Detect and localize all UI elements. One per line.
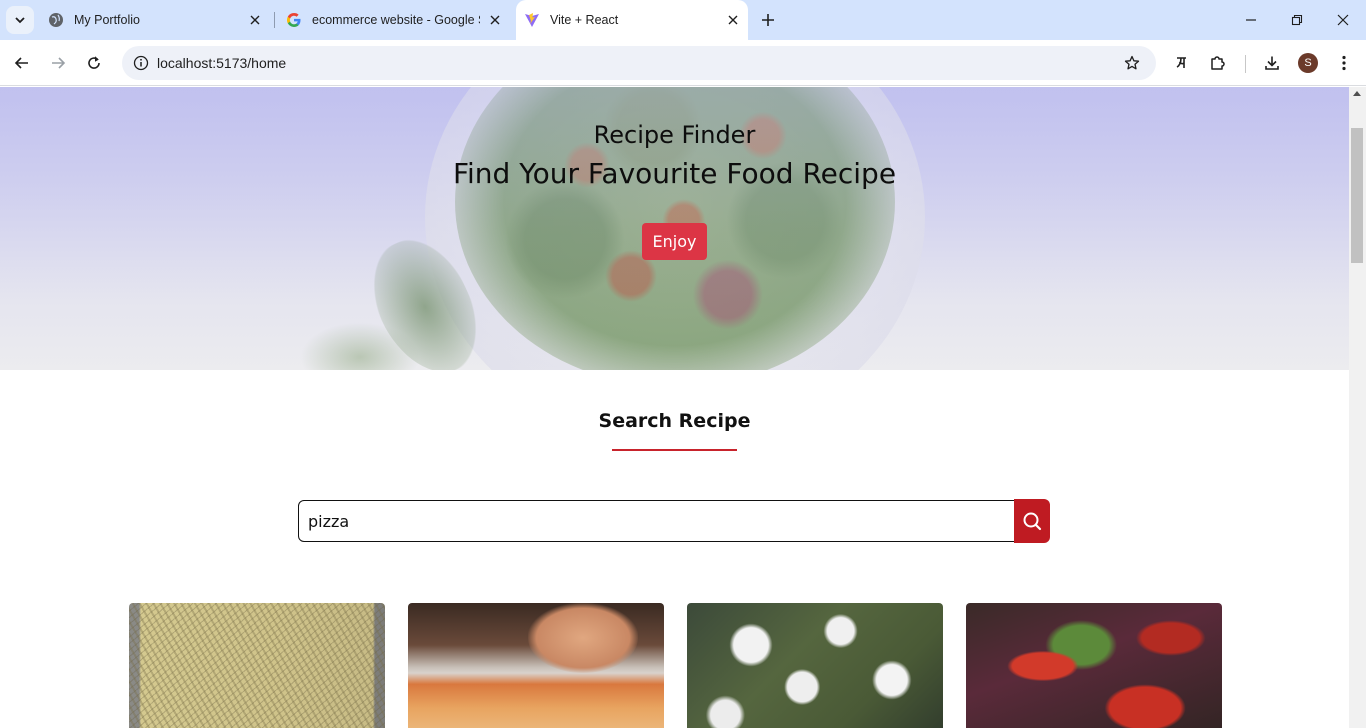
enjoy-button[interactable]: Enjoy	[642, 223, 707, 260]
tab-title: Vite + React	[550, 13, 619, 27]
search-icon	[1023, 512, 1042, 531]
address-bar[interactable]: localhost:5173/home	[122, 46, 1156, 80]
reload-icon	[88, 56, 100, 69]
more-vertical-icon	[1342, 55, 1346, 71]
minimize-button[interactable]	[1228, 0, 1274, 40]
minimize-icon	[1246, 19, 1256, 21]
tab-title: ecommerce website - Google S	[312, 13, 480, 27]
close-window-button[interactable]	[1320, 0, 1366, 40]
menu-button[interactable]	[1330, 49, 1358, 77]
hero-banner: Recipe Finder Find Your Favourite Food R…	[0, 87, 1349, 370]
restore-icon	[1291, 14, 1303, 26]
tab-separator	[274, 12, 275, 28]
recipe-card-image[interactable]	[408, 603, 664, 728]
close-icon	[1337, 14, 1349, 26]
address-url: localhost:5173/home	[157, 55, 287, 71]
forward-button[interactable]	[44, 49, 72, 77]
tab-google-search[interactable]: ecommerce website - Google S	[276, 0, 510, 40]
back-button[interactable]	[8, 49, 36, 77]
page-viewport: Recipe Finder Find Your Favourite Food R…	[0, 87, 1349, 728]
reload-button[interactable]	[80, 49, 108, 77]
arrow-left-icon	[14, 57, 28, 69]
download-icon	[1265, 56, 1279, 70]
bookmark-star-icon[interactable]	[1120, 51, 1144, 75]
tab-vite-react[interactable]: Vite + React	[516, 0, 748, 40]
recipe-search-input[interactable]: pizza	[298, 500, 1016, 542]
close-icon[interactable]	[246, 11, 264, 29]
google-icon	[286, 12, 302, 28]
toolbar-separator	[1245, 55, 1246, 73]
search-query-text: pizza	[308, 511, 350, 531]
puzzle-icon	[1211, 56, 1225, 70]
search-button[interactable]	[1014, 499, 1050, 543]
recipe-card-image[interactable]	[129, 603, 385, 728]
globe-icon	[48, 12, 64, 28]
translate-button[interactable]	[1168, 49, 1196, 77]
page-scrollbar[interactable]	[1349, 87, 1366, 728]
section-title-underline	[612, 449, 737, 451]
tab-strip: My Portfolio ecommerce website - Google …	[0, 0, 1366, 40]
scroll-up-arrow-icon[interactable]	[1353, 91, 1361, 96]
downloads-button[interactable]	[1258, 49, 1286, 77]
hand-image	[528, 603, 638, 673]
chevron-down-icon	[15, 17, 25, 24]
arrow-right-icon	[52, 57, 66, 69]
tab-search-button[interactable]	[6, 6, 34, 34]
close-icon[interactable]	[724, 11, 742, 29]
search-section-title: Search Recipe	[598, 410, 751, 432]
tab-title: My Portfolio	[74, 13, 140, 27]
new-tab-button[interactable]	[756, 8, 780, 32]
extensions-button[interactable]	[1204, 49, 1232, 77]
restore-button[interactable]	[1274, 0, 1320, 40]
plus-icon	[762, 14, 774, 26]
tab-my-portfolio[interactable]: My Portfolio	[36, 0, 270, 40]
hero-subtitle: Recipe Finder	[593, 121, 756, 149]
recipe-card-image[interactable]	[966, 603, 1222, 728]
hero-headline: Find Your Favourite Food Recipe	[452, 157, 897, 190]
recipe-card-image[interactable]	[687, 603, 943, 728]
browser-toolbar: localhost:5173/home S	[0, 40, 1366, 86]
profile-avatar[interactable]: S	[1298, 53, 1318, 73]
translate-icon	[1176, 57, 1186, 68]
scrollbar-thumb[interactable]	[1351, 128, 1363, 263]
vite-icon	[524, 12, 540, 28]
close-icon[interactable]	[486, 11, 504, 29]
site-info-icon[interactable]	[128, 50, 154, 76]
